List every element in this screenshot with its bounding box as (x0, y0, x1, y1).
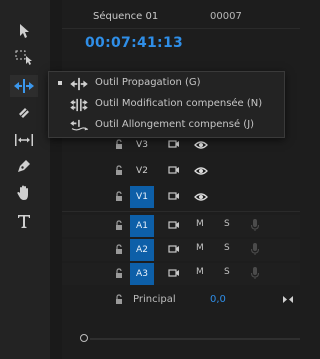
lock-icon[interactable] (115, 220, 123, 231)
track-row-a3: A3 M S (62, 263, 300, 285)
menu-item-label: Outil Propagation (G) (95, 77, 201, 88)
razor-tool-button[interactable] (10, 102, 38, 124)
selected-bullet (58, 81, 62, 85)
sync-lock-icon[interactable] (168, 220, 180, 230)
rolling-edit-icon (70, 98, 88, 112)
mute-button[interactable]: M (196, 267, 204, 277)
mute-button[interactable]: M (196, 219, 204, 229)
mute-button[interactable]: M (196, 243, 204, 253)
ripple-edit-icon (14, 79, 34, 93)
type-icon (18, 215, 30, 228)
scrollbar-handle[interactable] (80, 334, 88, 342)
track-select-tool-button[interactable] (10, 46, 38, 68)
sequence-tab-name[interactable]: Séquence 01 (93, 11, 158, 22)
lock-icon[interactable] (115, 139, 123, 150)
track-select-icon (15, 50, 32, 65)
eye-icon[interactable] (194, 140, 208, 150)
menu-item-ripple-edit[interactable]: Outil Propagation (G) (49, 74, 286, 95)
menu-item-rate-stretch[interactable]: Outil Allongement compensé (J) (49, 116, 286, 137)
go-to-end-icon[interactable] (282, 295, 294, 304)
sync-lock-icon[interactable] (168, 191, 180, 201)
master-volume-value[interactable]: 0,0 (210, 294, 226, 305)
ripple-edit-tool-button[interactable] (10, 75, 38, 97)
header-divider (62, 28, 300, 29)
tools-panel (0, 0, 50, 359)
sync-lock-icon[interactable] (168, 268, 180, 278)
hand-tool-button[interactable] (10, 182, 38, 204)
type-tool-button[interactable] (10, 210, 38, 232)
lock-icon[interactable] (115, 268, 123, 279)
solo-button[interactable]: S (224, 267, 230, 277)
eye-icon[interactable] (194, 166, 208, 176)
slip-icon (15, 134, 33, 146)
microphone-icon[interactable] (250, 266, 260, 280)
menu-item-label: Outil Allongement compensé (J) (95, 119, 255, 130)
lock-icon[interactable] (115, 244, 123, 255)
eye-icon[interactable] (194, 192, 208, 202)
timeline-zoom-scrollbar[interactable] (62, 332, 300, 346)
playhead-timecode[interactable]: 00:07:41:13 (85, 35, 183, 51)
lock-icon[interactable] (115, 165, 123, 176)
ripple-tool-flyout-menu: Outil Propagation (G) Outil Modification… (48, 71, 285, 138)
track-row-a2: A2 M S (62, 239, 300, 261)
microphone-icon[interactable] (250, 218, 260, 232)
track-row-v2: V2 (62, 160, 300, 182)
solo-button[interactable]: S (224, 243, 230, 253)
track-label-targeted[interactable]: V1 (130, 186, 154, 208)
video-audio-divider (62, 211, 300, 212)
track-row-a1: A1 M S (62, 215, 300, 237)
selection-arrow-icon (20, 24, 29, 38)
lock-icon[interactable] (115, 294, 123, 305)
sequence-frame-counter: 00007 (210, 11, 242, 22)
track-row-v1: V1 (62, 186, 300, 208)
razor-icon (19, 108, 29, 118)
track-label-targeted[interactable]: A1 (130, 215, 154, 237)
master-track-row: Principal 0,0 (62, 290, 300, 310)
rate-stretch-icon (70, 119, 89, 131)
menu-item-rolling-edit[interactable]: Outil Modification compensée (N) (49, 95, 286, 116)
track-label-targeted[interactable]: A3 (130, 263, 154, 285)
selection-tool-button[interactable] (10, 20, 38, 42)
scrollbar-track[interactable] (90, 338, 300, 340)
menu-item-label: Outil Modification compensée (N) (95, 98, 263, 109)
panel-divider (50, 0, 62, 359)
solo-button[interactable]: S (224, 219, 230, 229)
pen-tool-button[interactable] (10, 155, 38, 177)
sync-lock-icon[interactable] (168, 139, 180, 149)
track-label-targeted[interactable]: A2 (130, 239, 154, 261)
slip-tool-button[interactable] (10, 129, 38, 151)
ripple-edit-icon (70, 77, 88, 91)
sync-lock-icon[interactable] (168, 165, 180, 175)
track-label[interactable]: V2 (130, 160, 154, 182)
sync-lock-icon[interactable] (168, 244, 180, 254)
pen-icon (18, 160, 30, 172)
hand-icon (17, 185, 28, 200)
lock-icon[interactable] (115, 191, 123, 202)
microphone-icon[interactable] (250, 242, 260, 256)
master-track-label: Principal (133, 294, 176, 305)
